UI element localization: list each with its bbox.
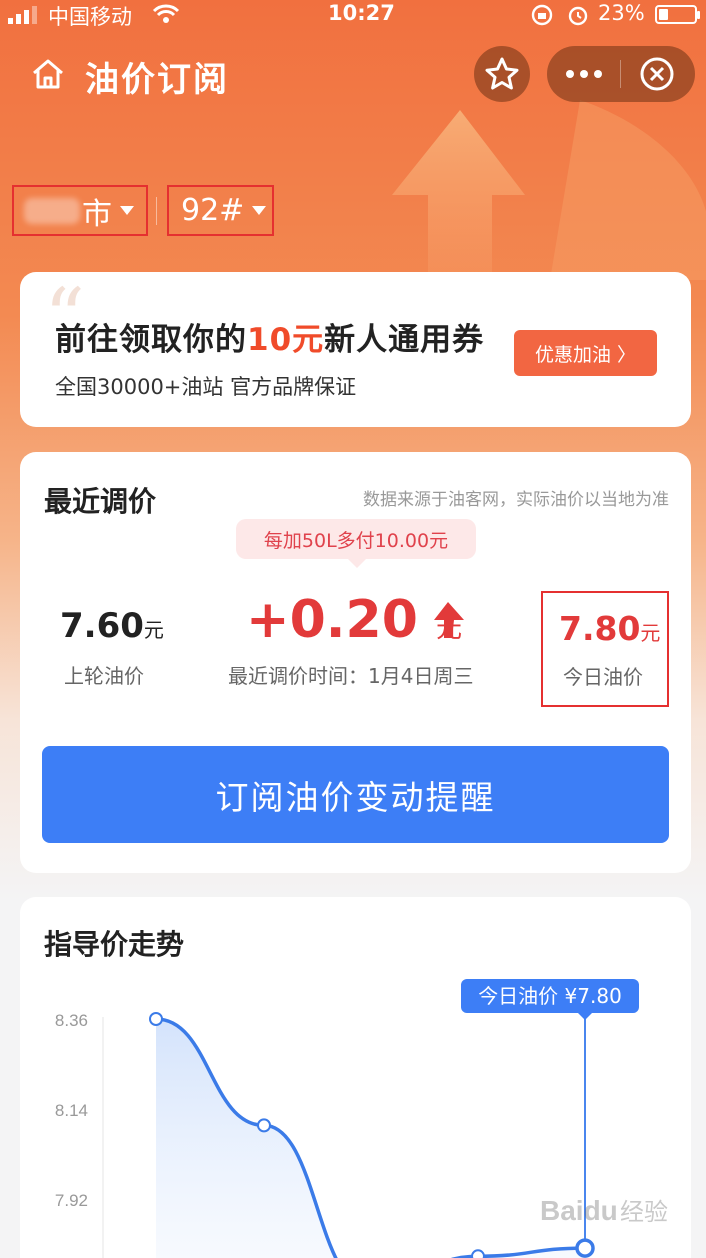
last-price: 7.60元: [60, 606, 164, 646]
alarm-icon: [568, 6, 588, 26]
tooltip-text: 今日油价 ¥7.80: [478, 984, 622, 1008]
last-price-unit: 元: [143, 618, 164, 642]
discount-refuel-button[interactable]: 优惠加油 〉: [514, 330, 657, 376]
caret-down-icon: [252, 206, 267, 215]
data-point: [149, 1012, 163, 1026]
promo-subtitle: 全国30000+油站 官方品牌保证: [55, 375, 357, 399]
promo-title: 前往领取你的10元新人通用券: [55, 314, 484, 359]
selector-divider: [156, 197, 157, 225]
rotation-lock-icon: [531, 4, 553, 26]
close-icon[interactable]: [639, 56, 675, 92]
favorite-button[interactable]: [474, 46, 530, 102]
today-price-box: 7.80元 今日油价: [541, 591, 669, 707]
decorative-arrow-graphic: [392, 100, 706, 280]
promo-title-suffix: 新人通用券: [324, 322, 485, 358]
city-name-blurred: [24, 197, 80, 224]
y-tick-label: 8.14: [55, 1101, 88, 1120]
more-icon[interactable]: [561, 60, 607, 88]
data-point: [257, 1118, 271, 1133]
carrier-name: 中国移动: [48, 5, 132, 29]
adjust-time: 最近调价时间：1月4日周三: [228, 664, 474, 688]
star-icon: [485, 57, 519, 90]
last-price-label: 上轮油价: [64, 664, 144, 688]
today-price-unit: 元: [640, 621, 661, 645]
arrow-up-icon: [434, 602, 464, 638]
battery-percent: 23%: [598, 1, 645, 25]
mini-program-capsule: [547, 46, 695, 102]
baidu-watermark: Baidu 经验: [540, 1195, 668, 1226]
tooltip-pointer: [578, 1013, 592, 1020]
signal-icon: [8, 6, 37, 24]
y-tick-label: 7.92: [55, 1191, 88, 1210]
promo-title-prefix: 前往领取你的: [55, 322, 247, 358]
clock-time: 10:27: [328, 1, 395, 25]
svg-text:经验: 经验: [620, 1198, 668, 1226]
home-icon[interactable]: [30, 56, 66, 92]
trend-area: [156, 1019, 585, 1258]
svg-text:Baidu: Baidu: [540, 1195, 618, 1226]
recent-price-card: 最近调价 数据来源于油客网，实际油价以当地为准 每加50L多付10.00元 7.…: [20, 452, 691, 873]
capsule-divider: [620, 60, 621, 88]
wifi-icon: [152, 4, 180, 23]
caret-down-icon: [120, 206, 134, 215]
fuel-type-label: 92#: [181, 193, 245, 228]
card-title: 最近调价: [44, 485, 157, 518]
data-source-note: 数据来源于油客网，实际油价以当地为准: [363, 490, 669, 510]
city-suffix: 市: [82, 196, 112, 232]
y-tick-label: 8.36: [55, 1011, 88, 1030]
today-price: 7.80元: [559, 609, 660, 648]
price-change-value: +0.20: [246, 590, 418, 650]
today-price-label: 今日油价: [563, 665, 643, 689]
page-title: 油价订阅: [85, 60, 229, 100]
promo-card[interactable]: “ 前往领取你的10元新人通用券 全国30000+油站 官方品牌保证 优惠加油 …: [20, 272, 691, 427]
city-selector[interactable]: 市: [12, 185, 148, 236]
fuel-type-selector[interactable]: 92#: [167, 185, 274, 236]
battery-icon: [655, 5, 700, 24]
subscribe-alert-button[interactable]: 订阅油价变动提醒: [42, 746, 669, 843]
last-price-value: 7.60: [60, 606, 144, 646]
status-bar: 中国移动 10:27 23%: [0, 0, 706, 29]
data-point: [575, 1238, 595, 1258]
promo-title-highlight: 10元: [247, 322, 325, 358]
today-price-value: 7.80: [559, 609, 641, 648]
data-point: [471, 1249, 485, 1258]
extra-cost-bubble: 每加50L多付10.00元: [236, 519, 476, 568]
